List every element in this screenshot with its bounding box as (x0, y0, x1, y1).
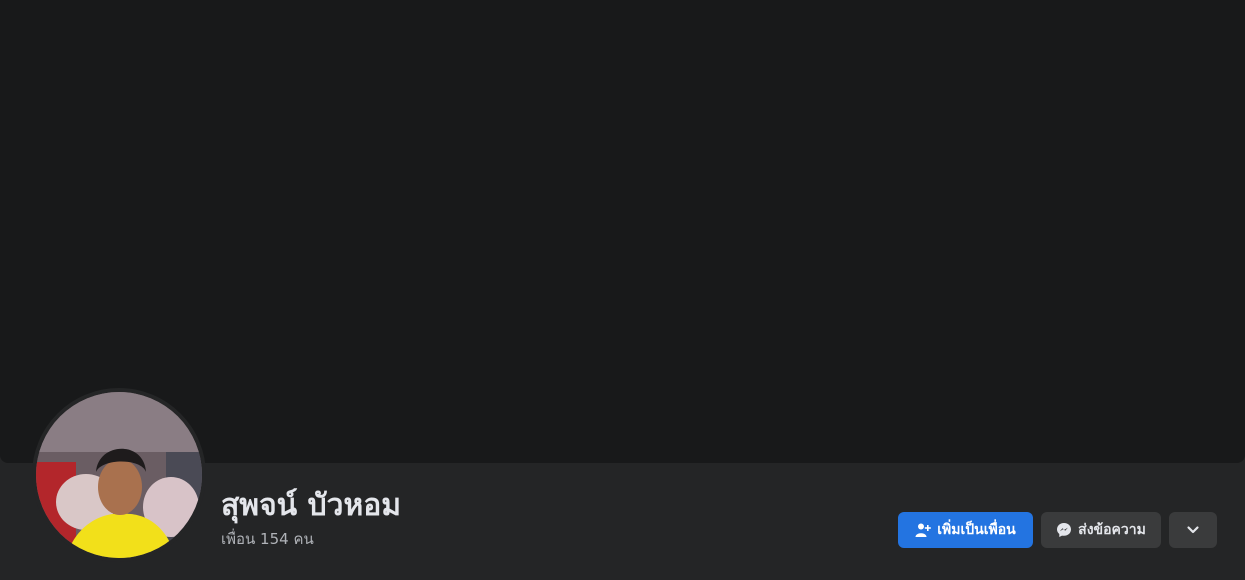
cover-photo[interactable] (0, 0, 1245, 463)
profile-picture[interactable] (32, 388, 206, 562)
avatar-image (36, 392, 202, 558)
profile-name: สุพจน์ บัวหอม (221, 488, 402, 523)
person-plus-icon (915, 522, 932, 538)
messenger-icon (1056, 522, 1072, 538)
more-options-button[interactable] (1169, 512, 1217, 548)
message-label: ส่งข้อความ (1078, 522, 1146, 538)
chevron-down-icon (1186, 523, 1200, 537)
add-friend-label: เพิ่มเป็นเพื่อน (937, 522, 1016, 538)
message-button[interactable]: ส่งข้อความ (1041, 512, 1161, 548)
avatar (36, 392, 202, 558)
friends-count[interactable]: เพื่อน 154 คน (221, 529, 314, 549)
add-friend-button[interactable]: เพิ่มเป็นเพื่อน (898, 512, 1033, 548)
